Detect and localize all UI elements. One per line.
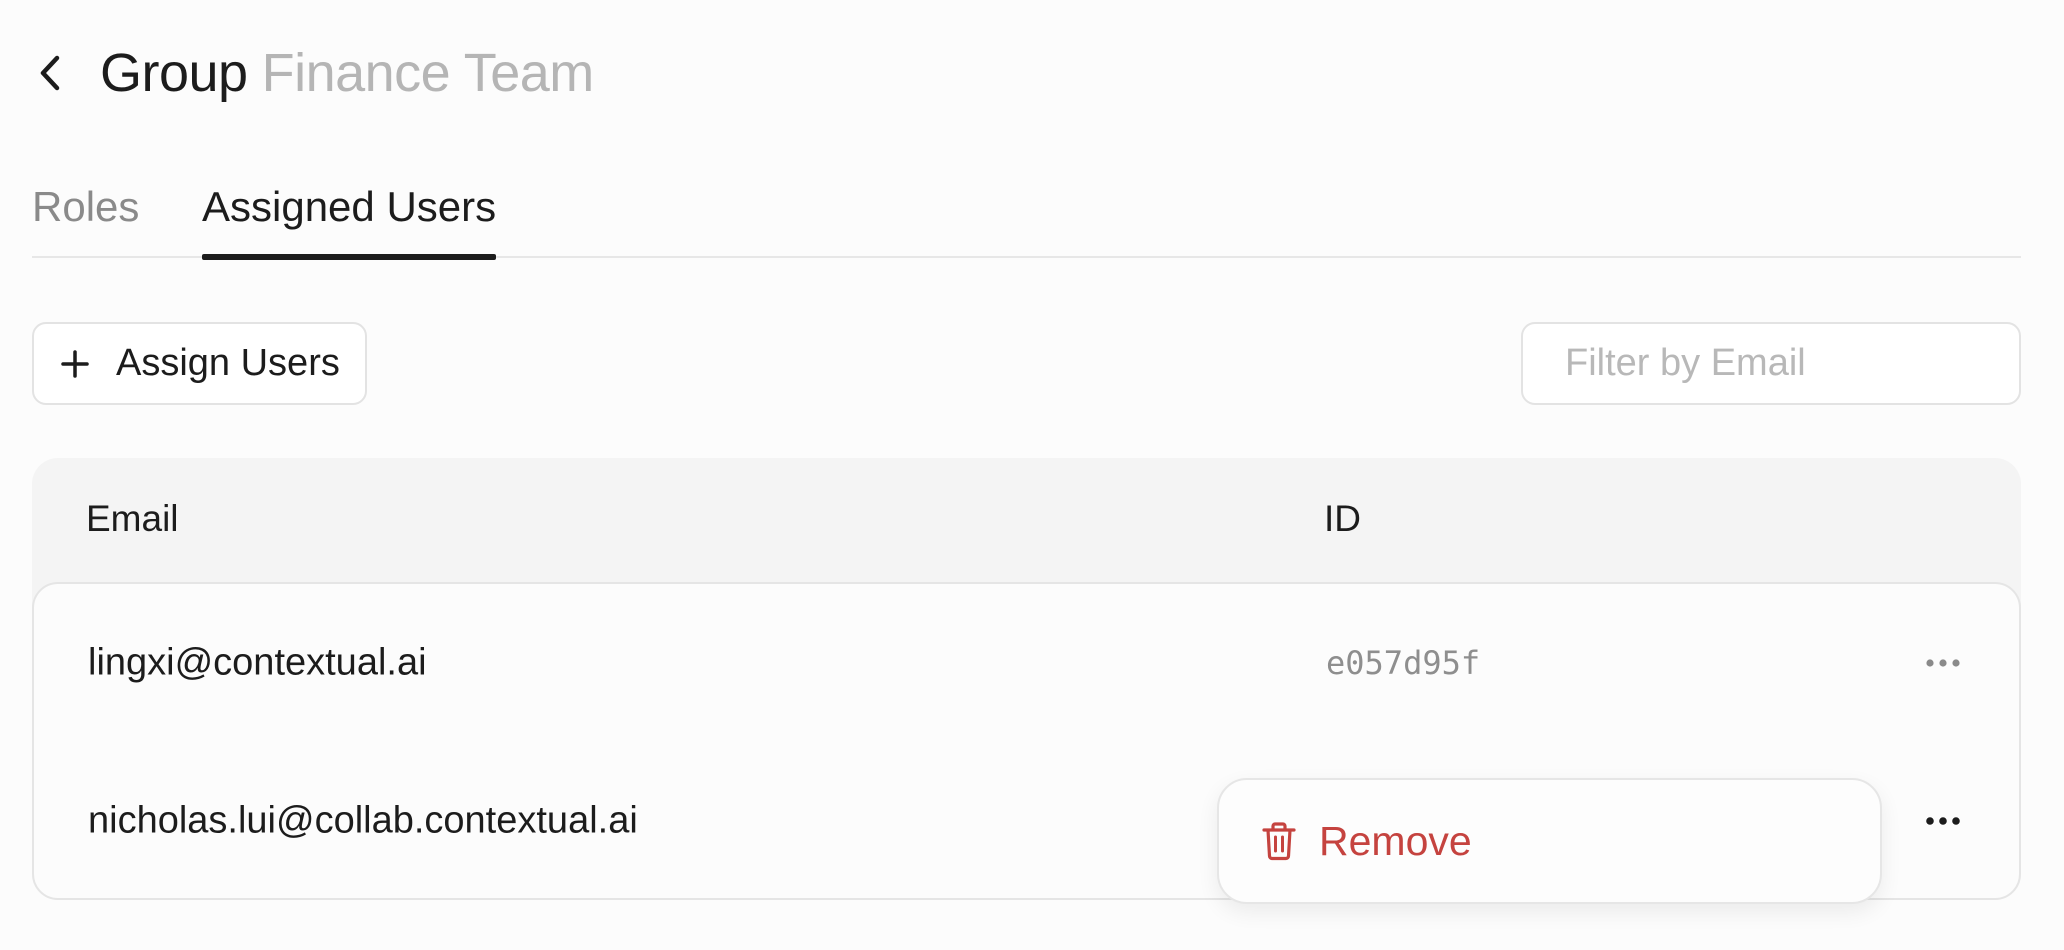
more-horizontal-icon	[1926, 817, 1960, 825]
user-email: lingxi@contextual.ai	[88, 641, 427, 684]
filter-by-email	[1521, 322, 2054, 405]
assign-users-button[interactable]: Assign Users	[32, 322, 367, 405]
row-actions-menu: Remove	[1217, 778, 1882, 904]
row-actions-button[interactable]	[1921, 806, 1965, 836]
page-header: Group Finance Team	[30, 38, 594, 108]
tab-roles[interactable]: Roles	[32, 176, 139, 258]
page-title: Group Finance Team	[100, 42, 594, 104]
group-name: Finance Team	[261, 43, 595, 103]
user-id: e057d95f	[1326, 644, 1481, 682]
column-header-email: Email	[86, 498, 179, 539]
assign-users-label: Assign Users	[116, 342, 340, 384]
trash-icon	[1262, 822, 1296, 861]
column-header-id: ID	[1324, 498, 1361, 539]
tab-assigned-users[interactable]: Assigned Users	[202, 176, 497, 260]
filter-email-input[interactable]	[1565, 342, 2054, 385]
tab-bar: Roles Assigned Users	[32, 176, 2021, 260]
plus-icon	[61, 349, 89, 378]
remove-menu-item[interactable]: Remove	[1261, 780, 1472, 902]
table-header: Email ID	[32, 458, 2021, 582]
user-email: nicholas.lui@collab.contextual.ai	[88, 799, 638, 842]
remove-label: Remove	[1319, 817, 1472, 864]
more-horizontal-icon	[1926, 659, 1960, 667]
chevron-left-icon	[40, 55, 60, 91]
back-button[interactable]	[30, 53, 70, 93]
row-actions-button[interactable]	[1921, 648, 1965, 678]
table-row: lingxi@contextual.ai e057d95f	[34, 584, 2019, 742]
page-title-text: Group	[100, 43, 248, 103]
